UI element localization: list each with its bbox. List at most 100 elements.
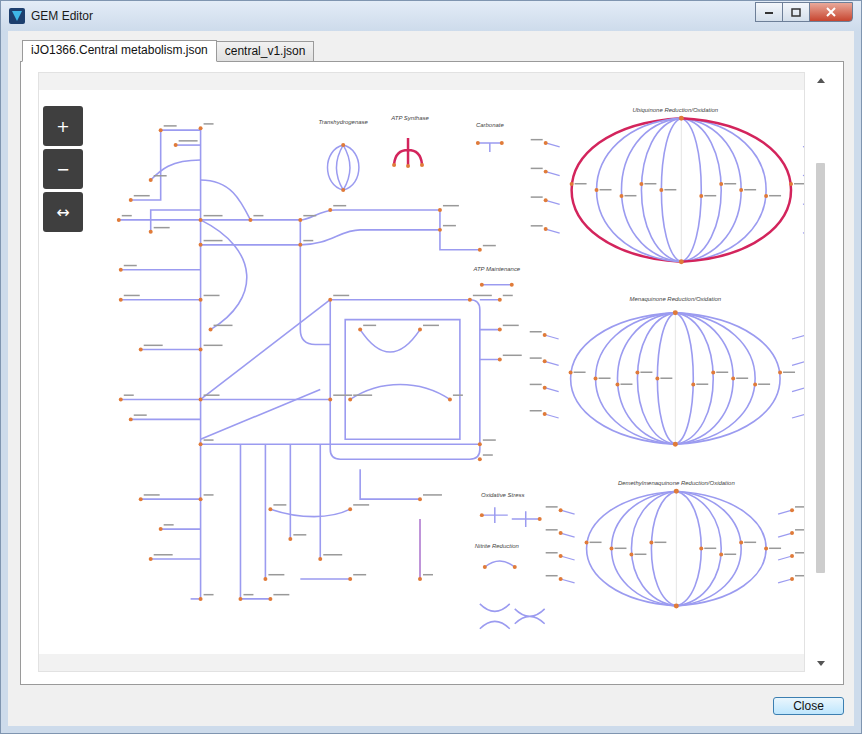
metabolite-node[interactable] [358,328,362,332]
metabolite-node[interactable] [298,218,302,222]
reaction-edge[interactable] [300,230,440,245]
metabolite-node[interactable] [674,603,679,608]
metabolite-node[interactable] [789,182,793,186]
metabolite-node[interactable] [418,328,422,332]
metabolite-node[interactable] [268,597,272,601]
reaction-edge[interactable] [121,399,201,401]
scroll-thumb[interactable] [816,163,825,573]
metabolite-node[interactable] [699,547,703,551]
metabolite-node[interactable] [478,457,482,461]
reaction-edge[interactable] [119,210,440,220]
reaction-edge[interactable] [201,300,331,400]
metabolite-node[interactable] [719,553,723,557]
reaction-edge[interactable] [300,220,330,345]
reaction-edge[interactable] [676,491,766,606]
metabolite-node[interactable] [129,198,133,202]
metabolite-node[interactable] [764,194,768,198]
reaction-edge[interactable] [176,144,201,146]
metabolite-node[interactable] [711,371,715,375]
reaction-edge[interactable] [201,180,251,220]
metabolite-node[interactable] [679,259,684,264]
metabolite-node[interactable] [159,128,163,132]
metabolite-node[interactable] [610,547,614,551]
metabolite-node[interactable] [199,442,203,446]
metabolite-node[interactable] [159,527,163,531]
reaction-edge[interactable] [161,129,201,131]
reaction-edge[interactable] [621,118,681,262]
metabolite-node[interactable] [468,298,472,302]
reaction-edge[interactable] [676,491,721,606]
scroll-down-button[interactable] [812,655,829,672]
reaction-edge[interactable] [675,313,713,445]
reaction-edge[interactable] [350,384,450,399]
tab[interactable]: iJO1366.Central metabolism.json [22,40,217,62]
metabolite-node[interactable] [199,597,203,601]
reaction-edge[interactable] [270,509,350,516]
metabolite-node[interactable] [719,182,723,186]
reaction-edge[interactable] [596,313,676,445]
metabolite-node[interactable] [209,328,213,332]
metabolite-node[interactable] [119,298,123,302]
tab[interactable]: central_v1.json [216,41,315,62]
metabolite-node[interactable] [418,577,422,581]
metabolite-node[interactable] [595,188,599,192]
metabolite-node[interactable] [298,243,302,247]
metabolite-node[interactable] [199,497,203,501]
close-button[interactable]: Close [773,697,844,715]
reaction-edge[interactable] [290,444,292,539]
reaction-edge[interactable] [265,444,267,579]
reaction-edge[interactable] [651,491,676,606]
metabolite-node[interactable] [615,382,619,386]
title-bar[interactable]: GEM Editor [1,1,861,31]
reaction-edge[interactable] [617,313,675,445]
reaction-edge[interactable] [631,491,676,606]
metabolite-node[interactable] [478,248,482,252]
metabolite-node[interactable] [348,577,352,581]
vertical-scrollbar[interactable] [812,72,829,672]
reaction-edge[interactable] [240,444,242,599]
metabolite-node[interactable] [328,397,332,401]
reaction-edge[interactable] [345,320,460,440]
metabolite-node[interactable] [418,497,422,501]
metabolite-node[interactable] [655,376,659,380]
metabolite-node[interactable] [673,310,678,315]
zoom-button[interactable]: − [43,149,83,189]
maximize-button[interactable] [782,2,810,22]
metabolite-node[interactable] [174,143,178,147]
metabolite-node[interactable] [438,228,442,232]
reaction-edge[interactable] [641,118,681,262]
metabolite-node[interactable] [679,116,684,121]
reaction-edge[interactable] [637,313,675,445]
reaction-edge[interactable] [201,444,480,446]
metabolite-node[interactable] [438,208,442,212]
metabolite-node[interactable] [478,442,482,446]
metabolic-map[interactable]: TranshydrogenaseATP SynthaseCarbonateUbi… [39,90,804,654]
reaction-edge[interactable] [151,160,201,180]
metabolite-node[interactable] [753,382,757,386]
reaction-edge[interactable] [676,491,701,606]
metabolite-node[interactable] [139,348,143,352]
metabolite-node[interactable] [498,328,502,332]
metabolite-node[interactable] [673,442,678,447]
reaction-edge[interactable] [597,118,682,262]
reaction-edge[interactable] [151,210,201,232]
reaction-edge[interactable] [681,118,741,262]
reaction-edge[interactable] [676,491,741,606]
reaction-edge[interactable] [141,499,201,559]
metabolite-node[interactable] [328,298,332,302]
metabolite-node[interactable] [199,243,203,247]
reaction-edge[interactable] [201,220,247,330]
metabolite-node[interactable] [739,541,743,545]
metabolite-node[interactable] [348,397,352,401]
reaction-edge[interactable] [121,299,201,301]
reaction-edge[interactable] [121,269,201,271]
metabolite-node[interactable] [248,218,252,222]
metabolite-node[interactable] [569,371,573,375]
metabolite-node[interactable] [199,397,203,401]
zoom-button[interactable]: + [43,106,83,146]
reaction-edge[interactable] [201,389,321,439]
reaction-edge[interactable] [571,313,676,445]
metabolite-node[interactable] [199,298,203,302]
metabolite-node[interactable] [117,218,121,222]
reaction-edge[interactable] [681,118,701,262]
